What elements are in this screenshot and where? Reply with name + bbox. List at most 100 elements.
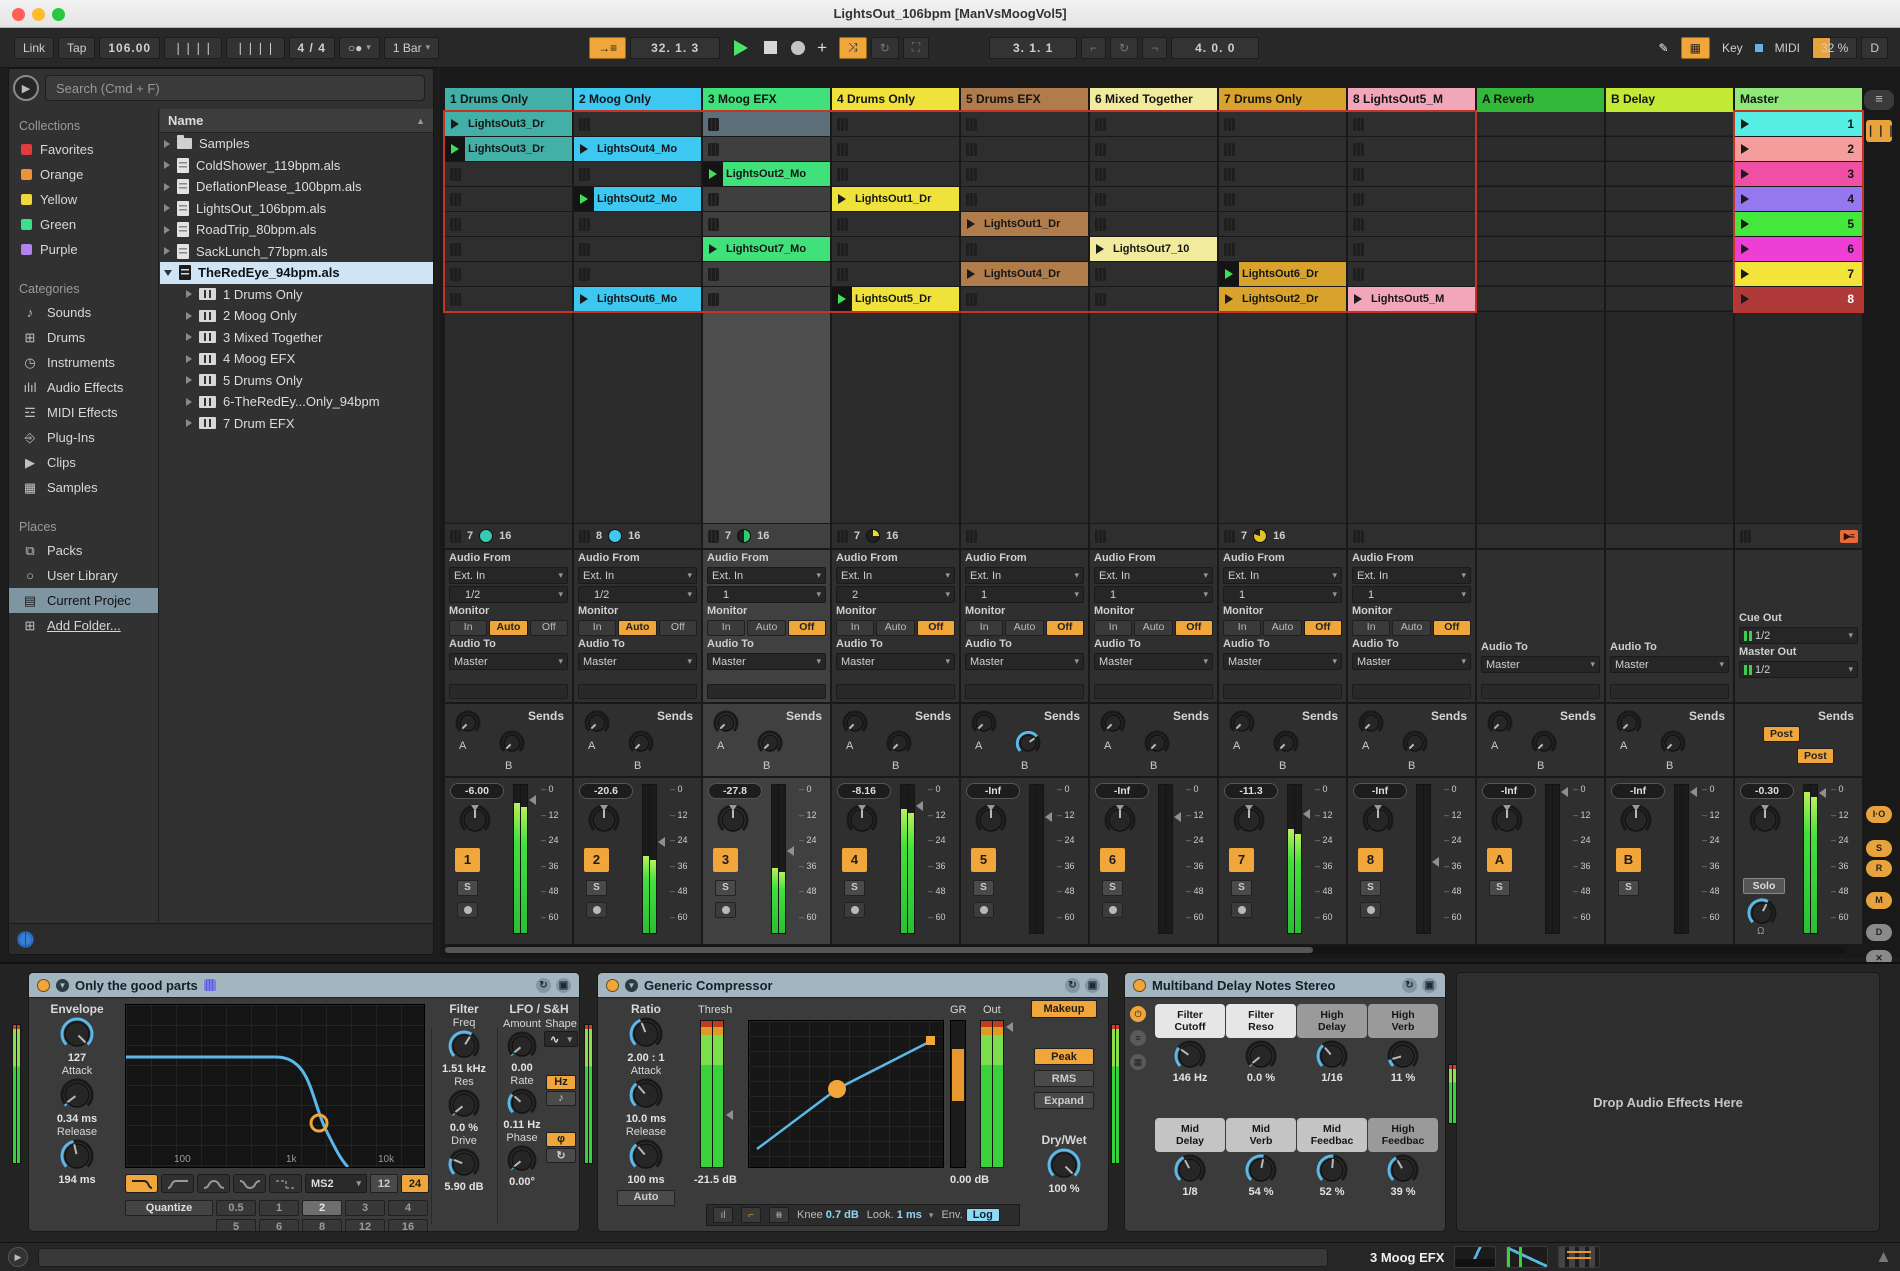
drywet-knob[interactable] [1047, 1148, 1081, 1182]
volume-value[interactable]: -6.00 [450, 783, 504, 799]
clip-stop-icon[interactable] [966, 118, 977, 131]
empty-clip-slot[interactable] [832, 237, 959, 261]
scene-launch[interactable]: 3 [1735, 162, 1862, 186]
hot-swap-icon[interactable]: ↻ [536, 978, 551, 993]
clip-stop-icon[interactable] [837, 168, 848, 181]
clip-launch-button[interactable] [832, 287, 852, 311]
empty-clip-slot[interactable] [1090, 137, 1217, 161]
empty-clip-slot[interactable] [703, 287, 830, 311]
category-instruments[interactable]: ◷Instruments [9, 350, 158, 375]
macro-label[interactable]: HighVerb [1368, 1004, 1438, 1038]
save-preset-icon[interactable]: ▣ [556, 978, 571, 993]
empty-clip-slot[interactable] [1348, 162, 1475, 186]
master-solo-button[interactable]: Solo [1743, 878, 1785, 894]
arm-button[interactable] [457, 902, 478, 918]
nudge-up-button[interactable]: ❘❘❘❘ [226, 37, 284, 59]
return-clip-slot[interactable] [1606, 162, 1733, 186]
output-select[interactable]: Master▾ [836, 653, 955, 670]
loop-start-field[interactable]: 3. 1. 1 [989, 37, 1077, 59]
macro-knob[interactable] [1174, 1040, 1206, 1072]
empty-clip-slot[interactable] [961, 112, 1088, 136]
globe-icon[interactable] [17, 931, 34, 948]
send-a-knob[interactable] [713, 710, 739, 736]
volume-value[interactable]: -Inf [966, 783, 1020, 799]
file-row[interactable]: 4 Moog EFX [160, 348, 433, 370]
clip-stop-icon[interactable] [450, 168, 461, 181]
monitor-auto-button[interactable]: Auto [618, 620, 656, 636]
solo-button[interactable]: S [1618, 880, 1639, 896]
device-on-toggle[interactable] [606, 979, 619, 992]
solo-button[interactable]: S [844, 880, 865, 896]
quantize-16[interactable]: 16 [388, 1219, 428, 1232]
return-clip-slot[interactable] [1606, 287, 1733, 311]
output-select[interactable]: Master▾ [449, 653, 568, 670]
empty-clip-slot[interactable] [574, 262, 701, 286]
quantize-12[interactable]: 12 [345, 1219, 385, 1232]
quantize-button[interactable]: Quantize [125, 1200, 213, 1216]
automation-arm-button[interactable]: ⤨ [839, 37, 867, 59]
scene-launch[interactable]: 1 [1735, 112, 1862, 136]
place-user-library[interactable]: ○ User Library [9, 563, 158, 588]
name-column-header[interactable]: Name▲ [160, 109, 433, 133]
input-channel-select[interactable]: 1/2▾ [449, 586, 568, 603]
fader-marker[interactable] [1819, 788, 1826, 798]
loop-length-field[interactable]: 4. 0. 0 [1171, 37, 1259, 59]
poles-24-button[interactable]: 24 [401, 1174, 429, 1193]
volume-value[interactable]: -8.16 [837, 783, 891, 799]
empty-clip-slot[interactable] [832, 262, 959, 286]
metronome-toggle[interactable]: ○●▾ [339, 37, 380, 59]
empty-clip-slot[interactable] [1348, 262, 1475, 286]
clip-launch-button[interactable] [574, 287, 594, 311]
return-clip-slot[interactable] [1606, 137, 1733, 161]
return-clip-slot[interactable] [1477, 212, 1604, 236]
clip-slot[interactable]: LightsOut5_M [1348, 287, 1475, 311]
master-out-select[interactable]: 1/2▾ [1739, 661, 1858, 678]
return-clip-slot[interactable] [1606, 212, 1733, 236]
monitor-off-button[interactable]: Off [917, 620, 955, 636]
track-title[interactable]: 7 Drums Only [1219, 88, 1346, 112]
send-a-knob[interactable] [842, 710, 868, 736]
place-packs[interactable]: ⧉ Packs [9, 538, 158, 563]
return-clip-slot[interactable] [1477, 237, 1604, 261]
clip-launch-button[interactable] [1219, 262, 1239, 286]
track-title[interactable]: 6 Mixed Together [1090, 88, 1217, 112]
monitor-auto-button[interactable]: Auto [489, 620, 527, 636]
send-b-knob[interactable] [1402, 730, 1428, 756]
punch-in-button[interactable]: ⌐ [1081, 37, 1106, 59]
scene-launch[interactable]: 8 [1735, 287, 1862, 311]
macro-label[interactable]: HighFeedbac [1368, 1118, 1438, 1152]
quantize-3[interactable]: 3 [345, 1200, 385, 1216]
track-activator[interactable]: 3 [713, 848, 738, 872]
arm-button[interactable] [973, 902, 994, 918]
empty-clip-slot[interactable] [703, 212, 830, 236]
send-a-knob[interactable] [455, 710, 481, 736]
clip-stop-icon[interactable] [1353, 193, 1364, 206]
clip-slot[interactable]: LightsOut1_Dr [961, 212, 1088, 236]
quantize-1[interactable]: 1 [259, 1200, 299, 1216]
clip-stop-icon[interactable] [450, 268, 461, 281]
empty-clip-slot[interactable] [1219, 187, 1346, 211]
macro-label[interactable]: HighDelay [1297, 1004, 1367, 1038]
device-thumbnail-1[interactable] [1454, 1246, 1496, 1268]
track-title[interactable]: 4 Drums Only [832, 88, 959, 112]
track-background[interactable] [703, 312, 830, 523]
scene-launch[interactable]: 7 [1735, 262, 1862, 286]
save-preset-icon[interactable]: ▣ [1422, 978, 1437, 993]
save-preset-icon[interactable]: ▣ [1085, 978, 1100, 993]
fader-marker[interactable] [1174, 812, 1181, 822]
solo-button[interactable]: S [457, 880, 478, 896]
quantization-menu[interactable]: 1 Bar▾ [384, 37, 439, 59]
monitor-auto-button[interactable]: Auto [1005, 620, 1043, 636]
ratio-knob[interactable] [629, 1017, 663, 1051]
quantize-2[interactable]: 2 [302, 1200, 342, 1216]
res-knob[interactable] [448, 1089, 480, 1121]
clip-stop-icon[interactable] [1353, 118, 1364, 131]
file-row[interactable]: LightsOut_106bpm.als [160, 198, 433, 220]
pan-knob[interactable] [1749, 804, 1781, 836]
stop-all-track-clips[interactable] [1224, 530, 1235, 543]
clip-stop-icon[interactable] [966, 143, 977, 156]
browser-collapse-button[interactable]: ▶ [13, 75, 39, 101]
send-a-knob[interactable] [584, 710, 610, 736]
file-row[interactable]: ColdShower_119bpm.als [160, 155, 433, 177]
collection-favorites[interactable]: Favorites [9, 137, 158, 162]
